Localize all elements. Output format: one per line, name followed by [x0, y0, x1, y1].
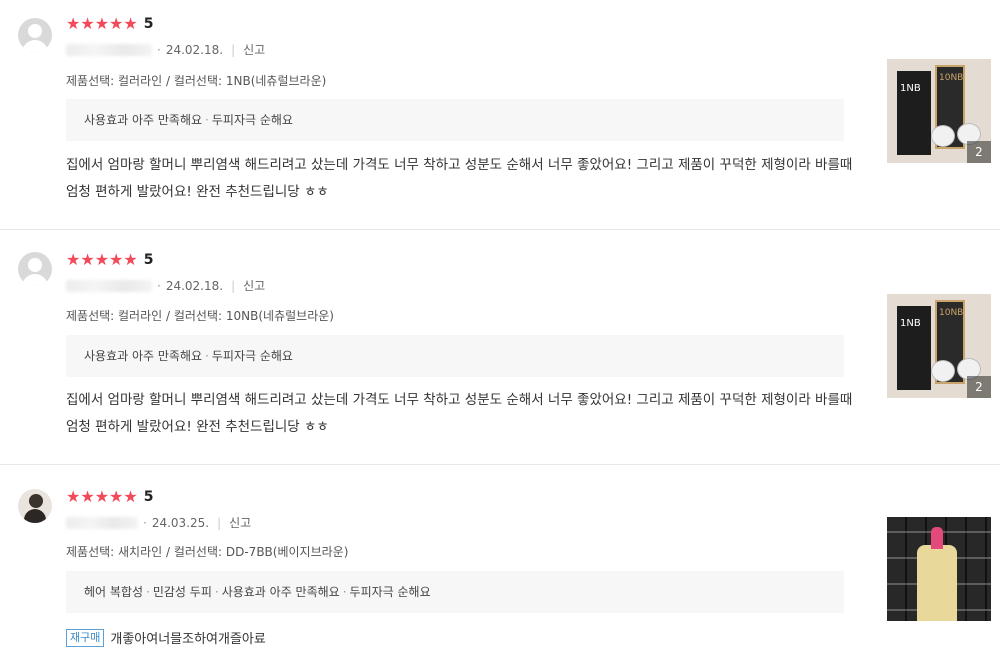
avatar: [18, 18, 52, 52]
reviewer-name-blurred: [66, 279, 152, 292]
rating-score: 5: [143, 489, 154, 505]
tag: 두피자극 순해요: [349, 585, 431, 599]
review-meta: · 24.03.25. | 신고: [66, 514, 251, 531]
rating-score: 5: [143, 252, 154, 268]
rating: ★★★★★ 5: [66, 14, 154, 33]
product-option: 제품선택: 컬러라인 / 컬러선택: 10NB(네츄럴브라운): [66, 309, 334, 323]
review-text: 집에서 엄마랑 할머니 뿌리염색 해드리려고 샀는데 가격도 너무 착하고 성분…: [66, 392, 853, 435]
review-tags: 헤어 복합성 · 민감성 두피 · 사용효과 아주 만족해요 · 두피자극 순해요: [66, 571, 844, 613]
tag: 헤어 복합성: [84, 585, 144, 599]
star-rating-icon: ★★★★★: [66, 14, 138, 33]
review-photo-thumbnail[interactable]: [887, 517, 991, 621]
report-link[interactable]: 신고: [243, 277, 265, 294]
review-date: 24.03.25.: [151, 515, 210, 530]
tag: 두피자극 순해요: [211, 113, 293, 127]
review-meta: · 24.02.18. | 신고: [66, 277, 265, 294]
review-photo-thumbnail[interactable]: 1NB 10NB 2: [887, 294, 991, 398]
report-link[interactable]: 신고: [243, 41, 265, 58]
review-meta: · 24.02.18. | 신고: [66, 41, 265, 58]
tag: 민감성 두피: [152, 585, 212, 599]
photo-count: 2: [967, 376, 991, 398]
report-link[interactable]: 신고: [229, 514, 251, 531]
product-option: 제품선택: 컬러라인 / 컬러선택: 1NB(네츄럴브라운): [66, 74, 327, 88]
product-option: 제품선택: 새치라인 / 컬러선택: DD-7BB(베이지브라운): [66, 545, 349, 559]
review-item: ★★★★★ 5 · 24.02.18. | 신고 제품선택: 컬러라인 / 컬러…: [0, 230, 1000, 465]
repurchase-badge: 재구매: [66, 628, 105, 647]
tag: 사용효과 아주 만족해요: [84, 113, 203, 127]
photo-count: 2: [967, 141, 991, 163]
review-text: 집에서 엄마랑 할머니 뿌리염색 해드리려고 샀는데 가격도 너무 착하고 성분…: [66, 157, 853, 200]
rating: ★★★★★ 5: [66, 487, 154, 506]
rating-score: 5: [143, 16, 154, 32]
tag: 사용효과 아주 만족해요: [221, 585, 340, 599]
reviewer-name-blurred: [66, 43, 152, 56]
review-date: 24.02.18.: [165, 42, 224, 57]
review-body: 재구매 개좋아여너믈조하여개즐아료: [66, 628, 266, 647]
reviewer-name-blurred: [66, 516, 138, 529]
avatar: [18, 489, 52, 523]
star-rating-icon: ★★★★★: [66, 487, 138, 506]
review-item: ★★★★★ 5 · 24.03.25. | 신고 제품선택: 새치라인 / 컬러…: [0, 465, 1000, 655]
rating: ★★★★★ 5: [66, 250, 154, 269]
star-rating-icon: ★★★★★: [66, 250, 138, 269]
tag: 사용효과 아주 만족해요: [84, 349, 203, 363]
review-date: 24.02.18.: [165, 278, 224, 293]
review-item: ★★★★★ 5 · 24.02.18. | 신고 제품선택: 컬러라인 / 컬러…: [0, 0, 1000, 230]
review-tags: 사용효과 아주 만족해요 · 두피자극 순해요: [66, 99, 844, 141]
review-text: 개좋아여너믈조하여개즐아료: [110, 632, 266, 647]
tag: 두피자극 순해요: [211, 349, 293, 363]
review-photo-thumbnail[interactable]: 1NB 10NB 2: [887, 59, 991, 163]
review-tags: 사용효과 아주 만족해요 · 두피자극 순해요: [66, 335, 844, 377]
avatar: [18, 252, 52, 286]
